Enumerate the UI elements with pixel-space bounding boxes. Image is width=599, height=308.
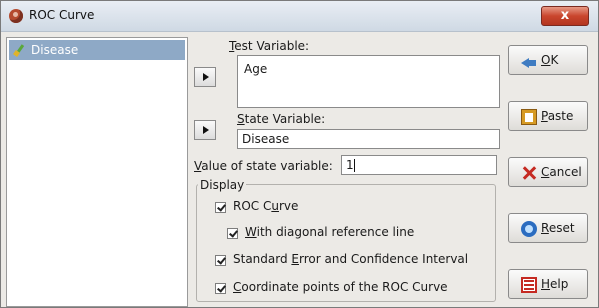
paste-button-label: Paste [541, 109, 574, 123]
state-variable-value: Disease [242, 132, 290, 146]
test-variable-list[interactable]: Age [237, 55, 500, 108]
diagonal-reference-checkbox[interactable] [227, 228, 238, 239]
reset-icon [521, 221, 537, 237]
cancel-icon [521, 165, 537, 181]
move-to-state-variable-button[interactable] [194, 120, 216, 140]
reset-button-label: Reset [541, 221, 575, 235]
roc-curve-dialog: ROC Curve x Disease Test Variable: Age S… [0, 0, 599, 308]
state-value-input[interactable]: 1 [341, 155, 497, 175]
standard-error-checkbox[interactable] [215, 255, 226, 266]
paste-button[interactable]: Paste [508, 101, 588, 131]
cancel-button-label: Cancel [541, 165, 582, 179]
test-variable-item[interactable]: Age [244, 62, 267, 76]
state-variable-label: State Variable: [237, 112, 326, 126]
diagonal-reference-label[interactable]: With diagonal reference line [245, 225, 414, 239]
source-list-item[interactable]: Disease [9, 40, 185, 60]
standard-error-label[interactable]: Standard Error and Confidence Interval [233, 252, 468, 266]
close-button[interactable]: x [541, 6, 589, 26]
source-variable-list[interactable]: Disease [6, 37, 188, 307]
state-value-text: 1 [346, 158, 354, 172]
display-group-title: Display [198, 178, 247, 192]
state-variable-field[interactable]: Disease [237, 129, 500, 149]
test-variable-label: Test Variable: [229, 39, 310, 53]
text-cursor [354, 159, 355, 172]
scale-variable-icon [13, 44, 25, 56]
reset-button[interactable]: Reset [508, 213, 588, 243]
paste-icon [521, 109, 537, 125]
coordinate-points-label[interactable]: Coordinate points of the ROC Curve [233, 280, 448, 294]
help-button-label: Help [541, 277, 569, 291]
help-icon [521, 277, 537, 293]
help-button[interactable]: Help [508, 269, 588, 299]
roc-curve-checkbox[interactable] [215, 202, 226, 213]
title-bar[interactable]: ROC Curve x [1, 1, 598, 32]
coordinate-points-checkbox[interactable] [215, 283, 226, 294]
ok-arrow-icon [521, 53, 537, 69]
move-to-test-variable-button[interactable] [194, 67, 216, 87]
app-icon [9, 9, 23, 23]
source-item-label: Disease [31, 43, 79, 57]
ok-button-label: OK [541, 53, 559, 67]
cancel-button[interactable]: Cancel [508, 157, 588, 187]
state-value-label: Value of state variable: [194, 159, 333, 173]
window-title: ROC Curve [29, 8, 95, 22]
ok-button[interactable]: OK [508, 45, 588, 75]
roc-curve-label[interactable]: ROC Curve [233, 199, 298, 213]
